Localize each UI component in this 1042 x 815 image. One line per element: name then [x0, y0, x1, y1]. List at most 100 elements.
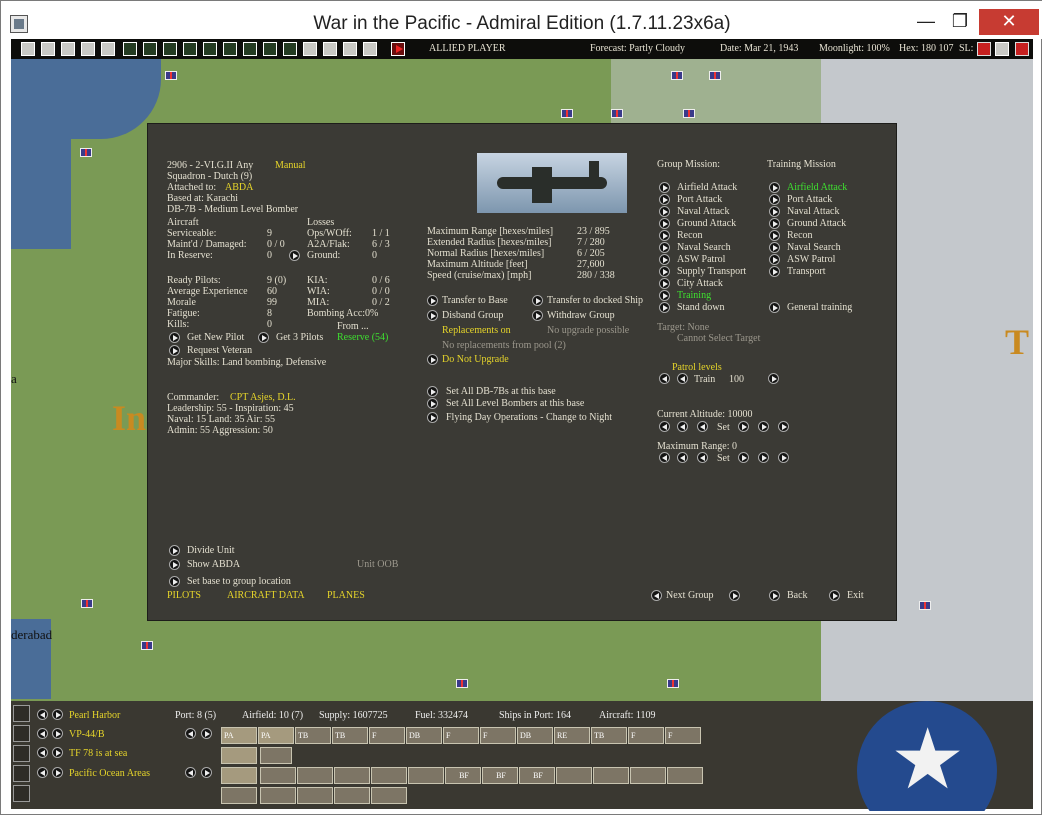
table-icon[interactable]	[343, 42, 357, 56]
altitude-decrease-more-icon[interactable]	[659, 421, 670, 432]
hq-name[interactable]: Pacific Ocean Areas	[69, 768, 150, 779]
training-mission-option[interactable]: Naval Search	[787, 242, 841, 254]
exit-arrow-icon[interactable]	[829, 590, 840, 601]
range-increase-small-icon[interactable]	[738, 452, 749, 463]
unit-button[interactable]	[593, 767, 629, 784]
task-force-name[interactable]: TF 78 is at sea	[69, 748, 127, 759]
info-icon[interactable]	[101, 42, 115, 56]
grid-icon[interactable]	[41, 42, 55, 56]
air-type-button[interactable]: F	[628, 727, 664, 744]
base-flag-icon[interactable]	[456, 679, 468, 688]
chart-icon[interactable]	[13, 785, 30, 802]
tf-next-icon[interactable]	[52, 747, 63, 758]
screen-icon[interactable]	[21, 42, 35, 56]
air-list-prev-icon[interactable]	[185, 728, 196, 739]
group-mission-option[interactable]: City Attack	[677, 278, 723, 290]
group-mission-arrow-icon[interactable]	[659, 242, 670, 253]
back-arrow-icon[interactable]	[769, 590, 780, 601]
group-mission-arrow-icon[interactable]	[659, 182, 670, 193]
training-mission-arrow-icon[interactable]	[769, 206, 780, 217]
hq-next-icon[interactable]	[52, 767, 63, 778]
reserve-arrow-icon[interactable]	[289, 250, 300, 261]
unit-button[interactable]	[556, 767, 592, 784]
withdraw-button[interactable]: Withdraw Group	[547, 310, 615, 322]
training-mission-option[interactable]: ASW Patrol	[787, 254, 835, 266]
next-group-prev-icon[interactable]	[651, 590, 662, 601]
air-unit-next-icon[interactable]	[52, 728, 63, 739]
unit-button[interactable]	[297, 787, 333, 804]
air-type-button[interactable]: TB	[591, 727, 627, 744]
air-type-button[interactable]: TB	[332, 727, 368, 744]
back-button[interactable]: Back	[787, 590, 808, 602]
base-flag-icon[interactable]	[81, 599, 93, 608]
show-abda-button[interactable]: Show ABDA	[187, 559, 240, 571]
air-list-next-icon[interactable]	[201, 728, 212, 739]
training-mission-option[interactable]: Port Attack	[787, 194, 832, 206]
next-group-button[interactable]: Next Group	[666, 590, 714, 602]
range-decrease-more-icon[interactable]	[659, 452, 670, 463]
group-mission-arrow-icon[interactable]	[659, 194, 670, 205]
training-mission-arrow-icon[interactable]	[769, 182, 780, 193]
naval-unit-icon[interactable]	[163, 42, 177, 56]
base-icon[interactable]	[263, 42, 277, 56]
air-type-button[interactable]: TB	[295, 727, 331, 744]
quit-icon[interactable]	[1015, 42, 1029, 56]
request-veteran-arrow-icon[interactable]	[169, 345, 180, 356]
training-mission-arrow-icon[interactable]	[769, 242, 780, 253]
show-abda-arrow-icon[interactable]	[169, 559, 180, 570]
range-decrease-small-icon[interactable]	[697, 452, 708, 463]
training-mission-arrow-icon[interactable]	[769, 230, 780, 241]
group-mission-option[interactable]: Stand down	[677, 302, 725, 314]
air-type-button[interactable]: F	[665, 727, 701, 744]
group-mission-option[interactable]: Airfield Attack	[677, 182, 737, 194]
group-mission-option[interactable]: Supply Transport	[677, 266, 746, 278]
training-mission-arrow-icon[interactable]	[769, 266, 780, 277]
request-veteran-button[interactable]: Request Veteran	[187, 345, 252, 357]
unit-button[interactable]	[334, 767, 370, 784]
ship-icon[interactable]	[223, 42, 237, 56]
unit-button[interactable]	[371, 767, 407, 784]
globe-icon[interactable]	[283, 42, 297, 56]
group-mission-option[interactable]: Naval Search	[677, 242, 731, 254]
ship-button[interactable]	[221, 747, 257, 764]
do-not-upgrade-button[interactable]: Do Not Upgrade	[442, 354, 509, 366]
base-prev-icon[interactable]	[37, 709, 48, 720]
group-mission-arrow-icon[interactable]	[659, 302, 670, 313]
window-icon[interactable]	[363, 42, 377, 56]
range-decrease-icon[interactable]	[677, 452, 688, 463]
general-training-button[interactable]: General training	[787, 302, 852, 314]
withdraw-arrow-icon[interactable]	[532, 310, 543, 321]
set-all-lvl-button[interactable]: Set All Level Bombers at this base	[446, 398, 584, 410]
group-mission-arrow-icon[interactable]	[659, 230, 670, 241]
unit-button[interactable]	[667, 767, 703, 784]
get-3-pilots-arrow-icon[interactable]	[258, 332, 269, 343]
base-flag-icon[interactable]	[667, 679, 679, 688]
transfer-base-button[interactable]: Transfer to Base	[442, 295, 508, 307]
unit-button[interactable]	[260, 767, 296, 784]
get-3-pilots-button[interactable]: Get 3 Pilots	[276, 332, 323, 344]
training-mission-option[interactable]: Ground Attack	[787, 218, 846, 230]
divide-unit-arrow-icon[interactable]	[169, 545, 180, 556]
disband-button[interactable]: Disband Group	[442, 310, 503, 322]
training-mission-option[interactable]: Transport	[787, 266, 826, 278]
report-icon[interactable]	[61, 42, 75, 56]
range-increase-icon[interactable]	[758, 452, 769, 463]
base-name[interactable]: Pearl Harbor	[69, 710, 120, 721]
flying-day-button[interactable]: Flying Day Operations - Change to Night	[446, 412, 612, 424]
air-type-button[interactable]: F	[369, 727, 405, 744]
air-unit-prev-icon[interactable]	[37, 728, 48, 739]
tab-aircraft-data[interactable]: AIRCRAFT DATA	[227, 590, 305, 602]
unit-button[interactable]: BF	[482, 767, 518, 784]
unit-list-prev-icon[interactable]	[185, 767, 196, 778]
ship-button[interactable]	[260, 747, 292, 764]
base-flag-icon[interactable]	[165, 71, 177, 80]
group-mission-arrow-icon[interactable]	[659, 254, 670, 265]
training-mission-arrow-icon[interactable]	[769, 218, 780, 229]
air-type-button[interactable]: F	[443, 727, 479, 744]
set-all-db7b-button[interactable]: Set All DB-7Bs at this base	[446, 386, 556, 398]
training-mission-arrow-icon[interactable]	[769, 254, 780, 265]
ship-icon[interactable]	[13, 745, 30, 762]
tab-pilots[interactable]: PILOTS	[167, 590, 201, 602]
flying-day-arrow-icon[interactable]	[427, 412, 438, 423]
general-training-arrow-icon[interactable]	[769, 302, 780, 313]
